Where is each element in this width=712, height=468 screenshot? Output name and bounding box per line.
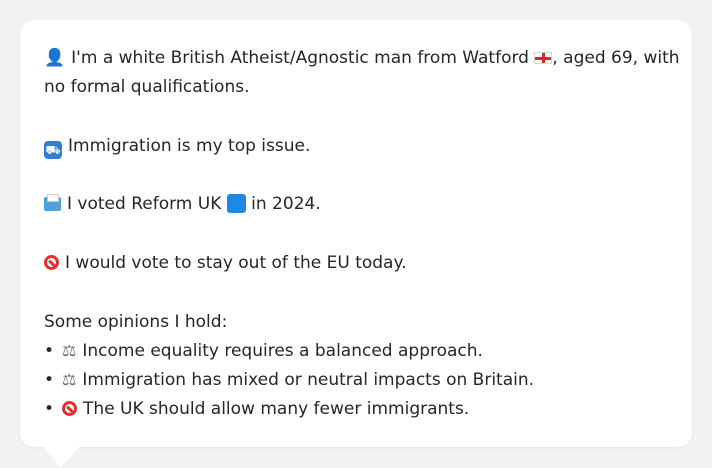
- profile-line-cont: no formal qualifications.: [44, 77, 250, 97]
- vote-text-2: in 2024.: [251, 194, 321, 214]
- bust-in-silhouette-icon: 👤: [44, 48, 66, 68]
- blue-square-icon: [226, 194, 246, 213]
- eu-text: I would vote to stay out of the EU today…: [65, 253, 407, 273]
- opinion-text: The UK should allow many fewer immigrant…: [83, 399, 470, 419]
- profile-text-1: I'm a white British Atheist/Agnostic man…: [71, 48, 529, 68]
- bullet: •: [44, 370, 55, 390]
- balance-scale-icon: ⚖: [62, 341, 77, 360]
- bullet: •: [44, 399, 55, 419]
- passport-control-icon: ⛟: [44, 141, 62, 159]
- vote-text-1: I voted Reform UK: [67, 194, 222, 214]
- england-flag-icon: [534, 52, 553, 64]
- opinion-text: Immigration has mixed or neutral impacts…: [82, 370, 535, 390]
- opinion-item: • ⚖ Income equality requires a balanced ap…: [44, 341, 483, 361]
- no-entry-icon: [62, 401, 78, 416]
- profile-line: 👤 I'm a white British Atheist/Agnostic ma…: [44, 48, 680, 68]
- profile-text-2: , aged 69, with: [552, 48, 680, 68]
- vote-line: I voted Reform UK in 2024.: [44, 194, 321, 214]
- no-entry-icon: [44, 255, 59, 270]
- balance-scale-icon: ⚖: [62, 370, 77, 389]
- immigration-text: Immigration is my top issue.: [68, 136, 311, 156]
- ballot-box-icon: [44, 194, 61, 211]
- bubble-tail: [42, 446, 80, 467]
- opinion-item: • The UK should allow many fewer immigran…: [44, 399, 469, 419]
- immigration-line: ⛟ Immigration is my top issue.: [44, 136, 310, 159]
- opinions-heading: Some opinions I hold:: [44, 312, 228, 332]
- bullet: •: [44, 341, 55, 361]
- opinion-text: Income equality requires a balanced appr…: [82, 341, 483, 361]
- eu-line: I would vote to stay out of the EU today…: [44, 253, 407, 273]
- opinion-item: • ⚖ Immigration has mixed or neutral impac…: [44, 370, 534, 390]
